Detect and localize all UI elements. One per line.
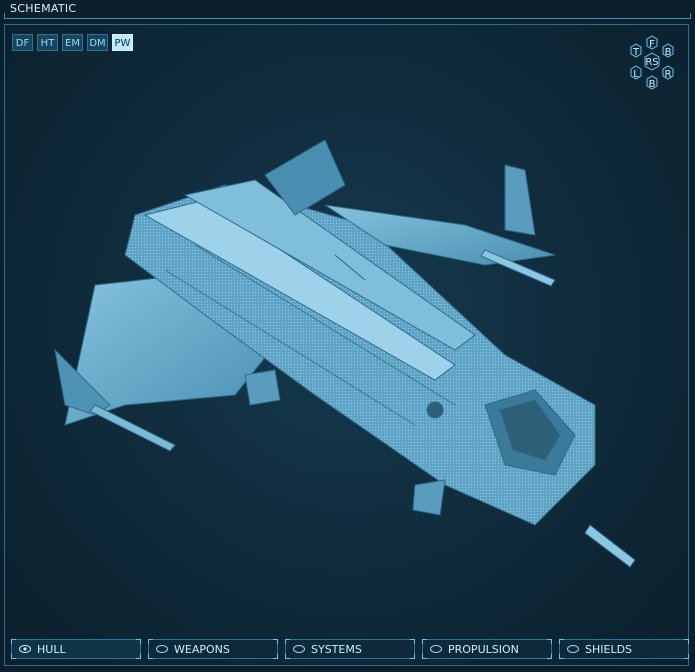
- view-orientation-selector: T F B RS L R B: [630, 35, 674, 90]
- eye-icon: [19, 645, 31, 653]
- eye-closed-icon: [293, 645, 305, 653]
- intake-port: [426, 401, 444, 419]
- tab-hull[interactable]: HULL: [11, 639, 141, 659]
- svg-text:B: B: [665, 47, 672, 58]
- tab-corner: [559, 639, 564, 644]
- tab-corner: [684, 639, 689, 644]
- tab-corner: [148, 639, 153, 644]
- svg-text:B: B: [649, 79, 656, 90]
- view-hex-right[interactable]: R: [662, 65, 674, 80]
- tab-shields[interactable]: SHIELDS: [559, 639, 689, 659]
- mode-tab-dm[interactable]: DM: [87, 34, 108, 51]
- tab-propulsion-label: PROPULSION: [448, 642, 519, 656]
- landing-gear-left: [244, 369, 281, 406]
- svg-text:F: F: [649, 39, 655, 50]
- landing-gear-right: [412, 479, 446, 516]
- tab-corner: [136, 654, 141, 659]
- mode-tab-em[interactable]: EM: [62, 34, 83, 51]
- view-hex-back[interactable]: B: [662, 43, 674, 58]
- tab-corner: [273, 639, 278, 644]
- tab-corner: [285, 639, 290, 644]
- tab-systems-label: SYSTEMS: [311, 642, 362, 656]
- ship-hull-model[interactable]: [35, 105, 655, 585]
- tab-corner: [410, 639, 415, 644]
- eye-closed-icon: [156, 645, 168, 653]
- view-hex-front[interactable]: F: [646, 35, 658, 50]
- tab-corner: [547, 639, 552, 644]
- title-divider: [4, 13, 691, 19]
- svg-text:R: R: [665, 69, 672, 80]
- mode-tab-pw[interactable]: PW: [112, 34, 133, 51]
- tab-corner: [410, 654, 415, 659]
- tab-corner: [11, 654, 16, 659]
- panel-title: SCHEMATIC: [10, 2, 77, 15]
- tab-corner: [422, 654, 427, 659]
- tab-propulsion[interactable]: PROPULSION: [422, 639, 552, 659]
- tab-systems[interactable]: SYSTEMS: [285, 639, 415, 659]
- tab-corner: [285, 654, 290, 659]
- tab-corner: [11, 639, 16, 644]
- tab-corner: [559, 654, 564, 659]
- tab-weapons[interactable]: WEAPONS: [148, 639, 278, 659]
- eye-closed-icon: [430, 645, 442, 653]
- svg-text:T: T: [632, 47, 640, 58]
- tab-corner: [273, 654, 278, 659]
- view-hex-top[interactable]: T: [630, 43, 642, 58]
- eye-closed-icon: [567, 645, 579, 653]
- tab-corner: [148, 654, 153, 659]
- svg-text:L: L: [633, 69, 639, 80]
- tab-hull-label: HULL: [37, 642, 66, 656]
- view-hex-left[interactable]: L: [630, 65, 642, 80]
- schematic-panel[interactable]: DF HT EM DM PW T F B RS L R B HULL WEAPO…: [4, 24, 689, 666]
- tab-corner: [547, 654, 552, 659]
- tab-shields-label: SHIELDS: [585, 642, 633, 656]
- tab-corner: [136, 639, 141, 644]
- tab-corner: [422, 639, 427, 644]
- mode-tabs: DF HT EM DM PW: [12, 34, 133, 51]
- right-fin: [504, 164, 536, 236]
- tab-corner: [684, 654, 689, 659]
- mode-tab-df[interactable]: DF: [12, 34, 33, 51]
- view-hex-bottom[interactable]: B: [646, 75, 658, 90]
- left-missile: [89, 404, 176, 452]
- view-hex-reset[interactable]: RS: [644, 52, 660, 71]
- component-tabs: HULL WEAPONS SYSTEMS PROPULSION SHIELDS: [11, 639, 689, 659]
- mode-tab-ht[interactable]: HT: [37, 34, 58, 51]
- svg-text:RS: RS: [645, 57, 658, 68]
- nose-gun: [584, 524, 636, 568]
- tab-weapons-label: WEAPONS: [174, 642, 230, 656]
